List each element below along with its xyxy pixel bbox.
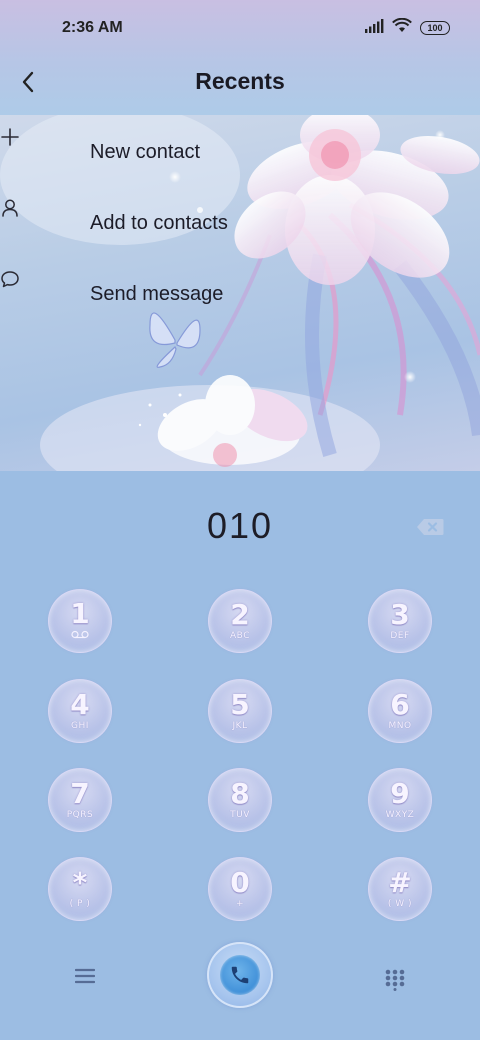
key-digit: 4: [70, 688, 90, 721]
key-7[interactable]: 7 PQRS: [48, 768, 112, 832]
key-digit: 7: [70, 777, 90, 810]
page-title: Recents: [195, 68, 285, 94]
key-letters: WXYZ: [385, 810, 415, 820]
voicemail-icon: [71, 630, 89, 642]
dialpad-toggle-button[interactable]: [376, 961, 414, 999]
dialpad-icon: [385, 969, 405, 991]
key-6[interactable]: 6 MNO: [368, 679, 432, 743]
key-digit: 2: [230, 598, 250, 631]
key-letters: GHI: [71, 721, 89, 731]
phone-call-icon: [220, 955, 260, 995]
action-label: Send message: [90, 282, 224, 305]
status-bar: 2:36 AM 100: [0, 0, 480, 56]
key-0[interactable]: 0 +: [208, 857, 272, 921]
message-bubble-icon: [0, 269, 90, 319]
plus-icon: [0, 127, 90, 177]
key-letters: DEF: [390, 631, 410, 641]
key-star[interactable]: * ( P ): [48, 857, 112, 921]
key-digit: 1: [70, 597, 90, 630]
backspace-button[interactable]: [414, 515, 446, 539]
key-digit: 8: [230, 777, 250, 810]
action-add-to-contacts[interactable]: Add to contacts: [0, 198, 300, 248]
signal-icon: [364, 18, 384, 38]
dialed-number[interactable]: 010: [0, 505, 480, 547]
action-new-contact[interactable]: New contact: [0, 127, 300, 177]
backspace-icon: [417, 519, 444, 535]
key-digit: 9: [390, 777, 410, 810]
wifi-icon: [392, 17, 412, 38]
key-letters: ( W ): [387, 899, 413, 909]
key-letters: TUV: [230, 810, 250, 820]
key-letters: +: [235, 899, 245, 909]
key-letters: MNO: [388, 721, 412, 731]
action-label: Add to contacts: [90, 211, 228, 234]
key-letters: ( P ): [69, 899, 91, 909]
dialer-panel: 010 1 2 ABC 3 DEF 4 GHI 5 JKL 6 MNO 7 PQ…: [0, 471, 480, 1040]
key-digit: 6: [390, 688, 410, 721]
key-digit: 0: [230, 866, 250, 899]
key-9[interactable]: 9 WXYZ: [368, 768, 432, 832]
key-letters: PQRS: [66, 810, 94, 820]
key-digit: 3: [390, 598, 410, 631]
key-8[interactable]: 8 TUV: [208, 768, 272, 832]
action-label: New contact: [90, 140, 201, 163]
key-digit: #: [388, 866, 412, 899]
action-send-message[interactable]: Send message: [0, 269, 300, 319]
key-letters: JKL: [232, 721, 248, 731]
person-icon: [0, 198, 90, 248]
call-button[interactable]: [207, 942, 273, 1008]
key-5[interactable]: 5 JKL: [208, 679, 272, 743]
key-digit: *: [72, 866, 88, 899]
key-2[interactable]: 2 ABC: [208, 589, 272, 653]
key-hash[interactable]: # ( W ): [368, 857, 432, 921]
menu-button[interactable]: [66, 957, 104, 995]
status-icons: 100: [364, 17, 450, 38]
key-1[interactable]: 1: [48, 589, 112, 653]
key-letters: ABC: [230, 631, 250, 641]
menu-icon: [75, 968, 95, 984]
status-time: 2:36 AM: [62, 19, 123, 36]
battery-icon: 100: [420, 21, 450, 35]
wallpaper-panel: New contact Add to contacts Send message: [0, 115, 480, 471]
app-header: Recents: [0, 56, 480, 112]
key-3[interactable]: 3 DEF: [368, 589, 432, 653]
key-digit: 5: [230, 688, 250, 721]
key-4[interactable]: 4 GHI: [48, 679, 112, 743]
